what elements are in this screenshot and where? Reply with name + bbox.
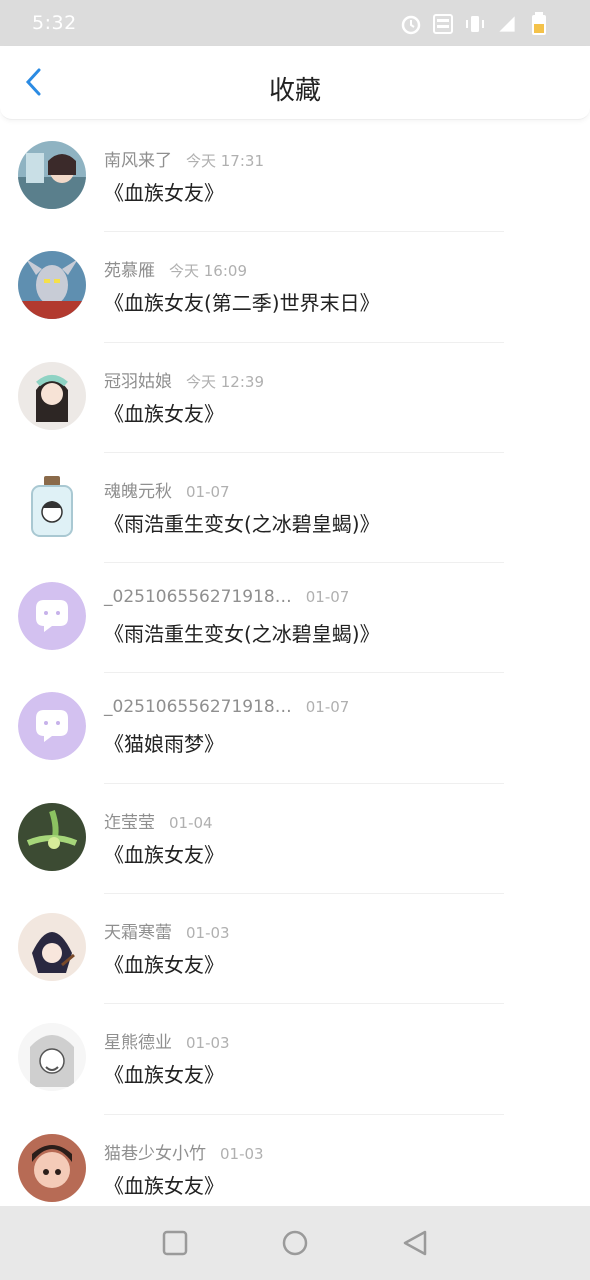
book-title: 《血族女友》 [104,953,224,978]
username: _025106556271918… 01-07 [104,697,349,717]
timestamp: 01-07 [305,698,350,717]
timestamp: 01-03 [186,1034,230,1053]
system-nav-bar [0,1206,590,1280]
book-title: 《雨浩重生变女(之冰碧皇蝎)》 [104,511,380,536]
avatar[interactable] [18,1133,86,1202]
avatar[interactable] [18,913,86,982]
timestamp: 01-07 [305,588,350,607]
username: 苑慕雁 今天 16:09 [104,256,247,281]
list-item[interactable]: 天霜寒蕾 01-03 《血族女友》 [0,894,590,1005]
status-bar: 5:32 [0,0,590,46]
book-title: 《雨浩重生变女(之冰碧皇蝎)》 [104,622,380,647]
avatar[interactable] [18,1023,86,1092]
username-text: 天霜寒蕾 [104,923,172,944]
list-item[interactable]: 魂魄元秋 01-07 《雨浩重生变女(之冰碧皇蝎)》 [0,453,590,564]
volte-icon [432,13,454,35]
favorites-list: 南风来了 今天 17:31 《血族女友》 苑慕雁 今天 16:09 《血族女友(第二季)世… [0,122,590,1206]
list-item[interactable]: 冠羽姑娘 今天 12:39 《血族女友》 [0,343,590,453]
signal-4g-icon [496,13,518,35]
timestamp: 01-04 [169,813,213,832]
username: 天霜寒蕾 01-03 [104,918,230,943]
triangle-back-icon [403,1230,427,1256]
circle-icon [282,1230,308,1256]
book-title: 《血族女友》 [104,1063,224,1088]
vibrate-icon [464,13,486,35]
avatar[interactable] [18,471,86,540]
username-text: 苑慕雁 [104,261,155,282]
book-title: 《血族女友》 [104,1173,224,1198]
username-text: _025106556271918… [104,697,292,718]
book-title: 《血族女友》 [104,181,224,205]
back-nav-button[interactable] [400,1228,430,1258]
username: 猫巷少女小竹 01-03 [104,1139,264,1164]
list-item[interactable]: _025106556271918… 01-07 《雨浩重生变女(之冰碧皇蝎)》 [0,563,590,674]
list-item[interactable]: _025106556271918… 01-07 《猫娘雨梦》 [0,673,590,784]
username: 星熊德业 01-03 [104,1028,230,1053]
alarm-icon [400,13,422,35]
list-item[interactable]: 南风来了 今天 17:31 《血族女友》 [0,122,590,233]
page-title: 收藏 [268,76,321,106]
username-text: 魂魄元秋 [104,481,172,502]
app-header: 收藏 [0,46,590,120]
timestamp: 今天 17:31 [186,152,264,170]
avatar[interactable] [18,692,86,761]
username-text: _025106556271918… [104,587,292,608]
timestamp: 01-03 [220,1144,264,1163]
square-icon [162,1230,188,1256]
username: 南风来了 今天 17:31 [104,146,264,171]
username-text: 冠羽姑娘 [104,371,172,392]
list-item[interactable]: 苑慕雁 今天 16:09 《血族女友(第二季)世界末日》 [0,232,590,343]
status-time: 5:32 [32,12,77,34]
timestamp: 今天 16:09 [169,262,247,281]
battery-icon [528,12,550,35]
avatar[interactable] [18,361,86,430]
avatar[interactable] [18,802,86,871]
avatar[interactable] [18,251,86,320]
book-title: 《猫娘雨梦》 [104,732,224,757]
book-title: 《血族女友》 [104,842,224,867]
book-title: 《血族女友》 [104,401,224,426]
recents-button[interactable] [160,1228,190,1258]
avatar[interactable] [18,582,86,651]
username-text: 南风来了 [104,151,172,171]
avatar[interactable] [18,141,86,209]
list-item[interactable]: 星熊德业 01-03 《血族女友》 [0,1004,590,1115]
book-title: 《血族女友(第二季)世界末日》 [104,291,380,316]
timestamp: 01-07 [186,482,230,501]
username-text: 猫巷少女小竹 [104,1143,206,1164]
username: _025106556271918… 01-07 [104,587,349,607]
list-item[interactable]: 猫巷少女小竹 01-03 《血族女友》 [0,1115,590,1206]
list-item[interactable]: 迮莹莹 01-04 《血族女友》 [0,784,590,895]
username-text: 星熊德业 [104,1033,172,1054]
username: 魂魄元秋 01-07 [104,477,230,502]
home-button[interactable] [280,1228,310,1258]
timestamp: 今天 12:39 [186,372,264,391]
status-icons [400,10,550,38]
timestamp: 01-03 [186,924,230,943]
username-text: 迮莹莹 [104,812,155,833]
username: 迮莹莹 01-04 [104,808,213,833]
username: 冠羽姑娘 今天 12:39 [104,367,264,392]
